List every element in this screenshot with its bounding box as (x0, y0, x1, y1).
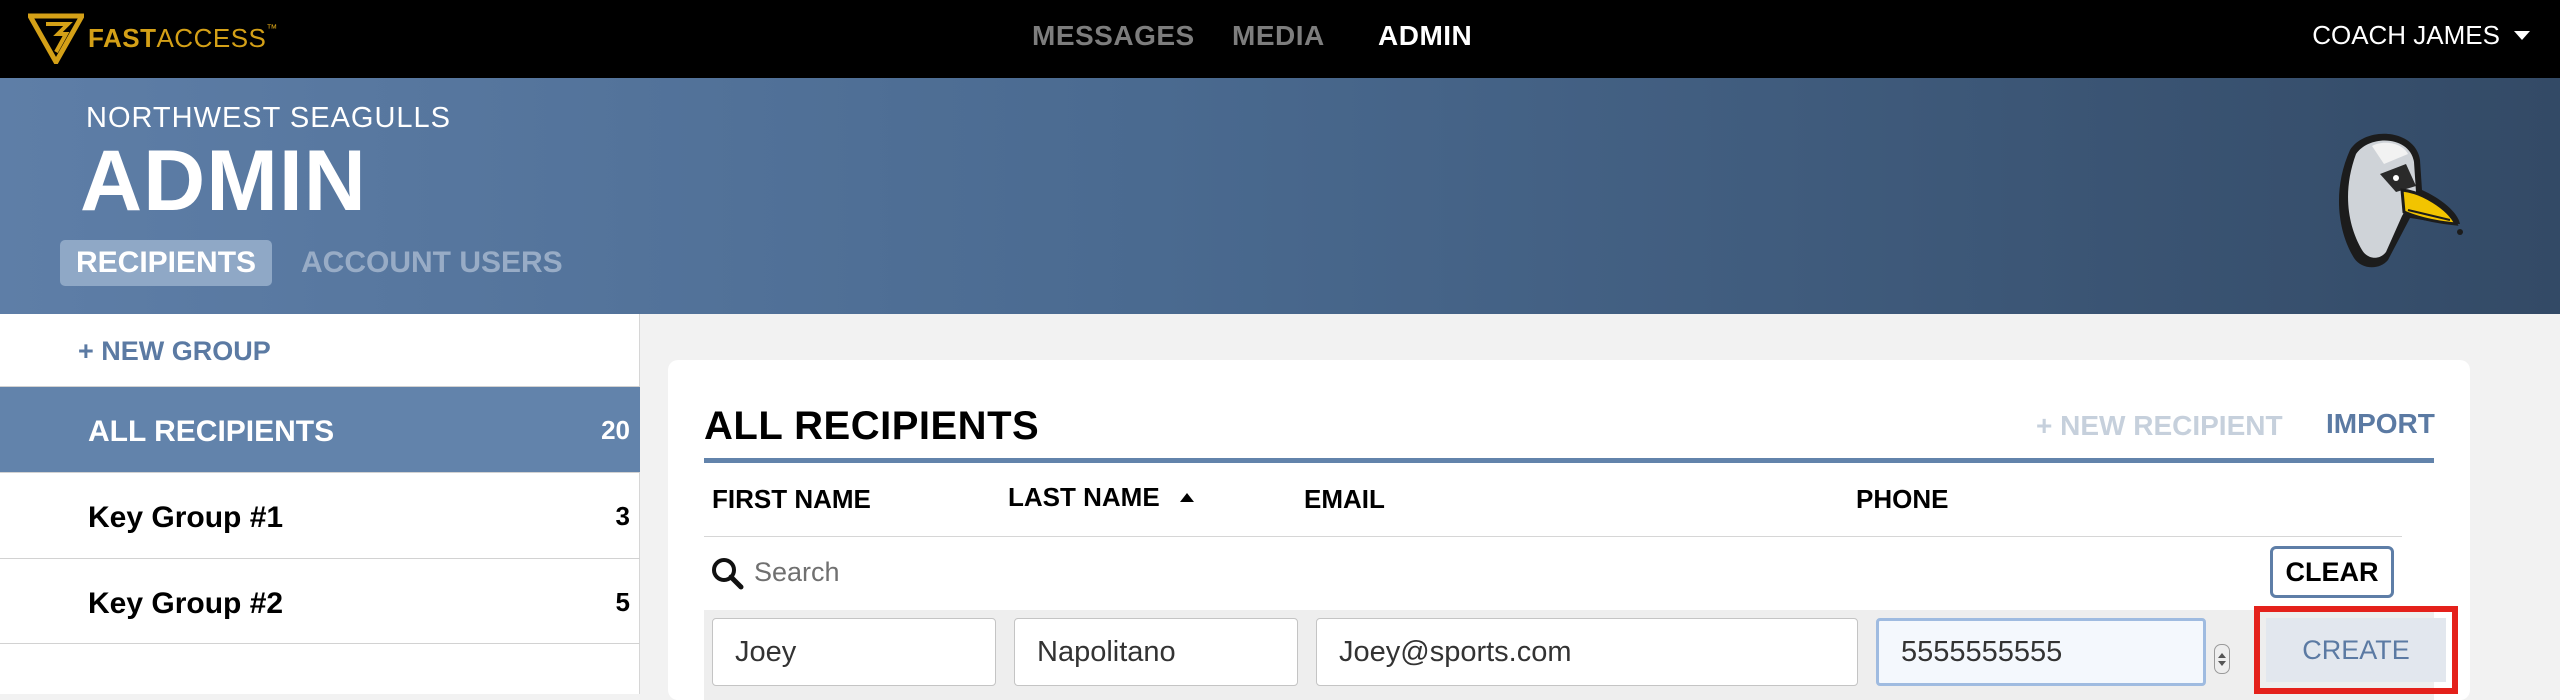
search-icon (712, 558, 744, 590)
new-recipient-button[interactable]: + NEW RECIPIENT (2036, 410, 2283, 442)
new-recipient-row: CREATE (704, 606, 2458, 700)
recipients-card: ALL RECIPIENTS + NEW RECIPIENT IMPORT FI… (668, 360, 2470, 700)
new-group-button[interactable]: + NEW GROUP (78, 336, 271, 367)
page-header: NORTHWEST SEAGULLS ADMIN RECIPIENTS ACCO… (0, 78, 2560, 314)
organization-name: NORTHWEST SEAGULLS (86, 102, 452, 134)
sidebar-item-key-group-1[interactable]: Key Group #1 3 (0, 472, 640, 558)
create-highlight-box: CREATE (2254, 606, 2458, 694)
column-header-phone[interactable]: PHONE (1856, 484, 1948, 515)
stepper-up-icon (2218, 652, 2226, 658)
sidebar-item-key-group-2[interactable]: Key Group #2 5 (0, 558, 640, 644)
tab-recipients[interactable]: RECIPIENTS (60, 240, 273, 286)
user-menu[interactable]: COACH JAMES (2312, 20, 2530, 51)
top-nav: FASTACCESS™ MESSAGES MEDIA ADMIN COACH J… (0, 0, 2560, 78)
clear-button[interactable]: CLEAR (2270, 546, 2394, 598)
nav-media[interactable]: MEDIA (1232, 20, 1325, 52)
group-name: Key Group #2 (88, 587, 284, 620)
first-name-field[interactable] (712, 618, 996, 686)
phone-field[interactable] (1876, 618, 2206, 686)
column-label: LAST NAME (1008, 482, 1160, 512)
nav-admin[interactable]: ADMIN (1378, 20, 1472, 52)
group-count: 5 (615, 587, 630, 617)
group-count: 3 (615, 501, 630, 531)
column-label: EMAIL (1304, 484, 1385, 514)
sidebar-item-all-recipients[interactable]: ALL RECIPIENTS 20 (0, 386, 640, 472)
sort-ascending-icon (1179, 493, 1194, 502)
group-name: ALL RECIPIENTS (88, 415, 335, 448)
create-button[interactable]: CREATE (2266, 618, 2446, 682)
search-input[interactable] (754, 552, 1454, 592)
column-header-email[interactable]: EMAIL (1304, 484, 1385, 515)
last-name-field[interactable] (1014, 618, 1298, 686)
fastaccess-logo[interactable]: FASTACCESS™ (28, 12, 278, 64)
page-title: ADMIN (80, 133, 367, 229)
import-button[interactable]: IMPORT (2326, 408, 2435, 440)
user-name: COACH JAMES (2312, 20, 2500, 50)
nav-messages[interactable]: MESSAGES (1032, 20, 1195, 52)
fastaccess-logo-icon (28, 13, 84, 64)
tab-account-users[interactable]: ACCOUNT USERS (285, 240, 579, 286)
email-field[interactable] (1316, 618, 1858, 686)
card-title: ALL RECIPIENTS (704, 404, 1040, 448)
caret-down-icon (2514, 31, 2530, 40)
group-sidebar: + NEW GROUP ALL RECIPIENTS 20 Key Group … (0, 314, 640, 694)
seagull-mascot-icon (2338, 133, 2463, 268)
header-divider (704, 536, 2402, 537)
brand-name: FASTACCESS™ (88, 22, 278, 53)
column-header-first-name[interactable]: FIRST NAME (712, 484, 871, 515)
group-count: 20 (601, 415, 630, 445)
title-divider (704, 458, 2434, 463)
column-label: FIRST NAME (712, 484, 871, 514)
stepper-down-icon (2218, 660, 2226, 666)
column-header-last-name[interactable]: LAST NAME (1008, 482, 1194, 513)
phone-stepper[interactable] (2214, 644, 2230, 674)
group-name: Key Group #1 (88, 501, 284, 534)
column-label: PHONE (1856, 484, 1949, 514)
